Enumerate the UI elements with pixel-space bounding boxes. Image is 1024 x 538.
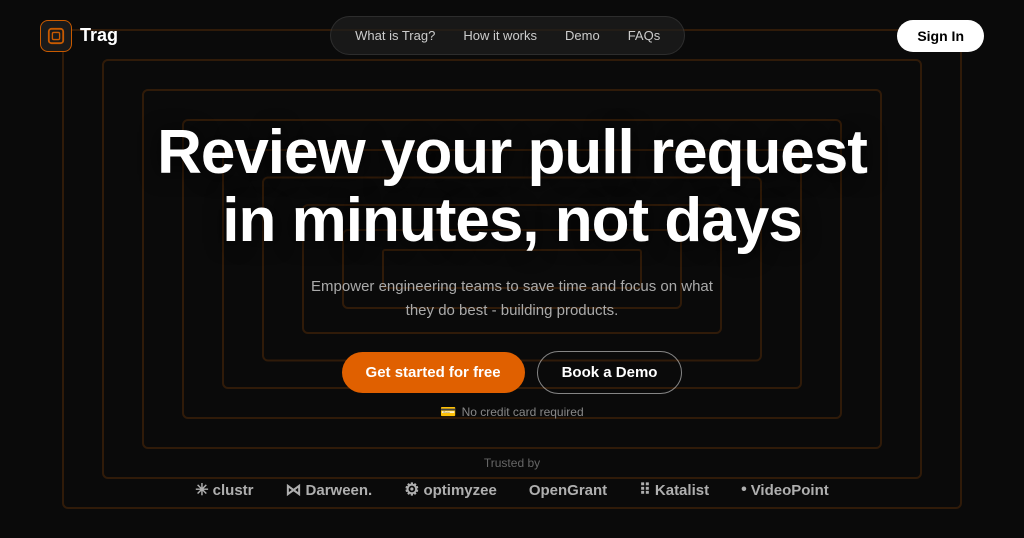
darween-symbol: ⋈ [286,480,302,500]
get-started-button[interactable]: Get started for free [342,352,525,393]
logo-icon [40,20,72,52]
nav-links: What is Trag? How it works Demo FAQs [330,16,685,55]
hero-section: Review your pull request in minutes, not… [0,71,1024,420]
clustr-name: clustr [213,482,254,499]
nav-link-what-is-trag[interactable]: What is Trag? [343,23,447,48]
nav-link-how-it-works[interactable]: How it works [451,23,549,48]
katalist-symbol: ⠿ [639,480,651,500]
darween-name: Darween. [306,482,373,499]
trusted-logo-optimyzee: ⚙ optimyzee [404,480,497,500]
nav-link-demo[interactable]: Demo [553,23,612,48]
videopoint-symbol: • [741,481,747,499]
trusted-logos: ✳ clustr ⋈ Darween. ⚙ optimyzee OpenGran… [195,480,829,500]
logo[interactable]: Trag [40,20,118,52]
videopoint-name: VideoPoint [751,482,829,499]
trusted-section: Trusted by ✳ clustr ⋈ Darween. ⚙ optimyz… [0,456,1024,500]
trusted-logo-clustr: ✳ clustr [195,480,253,500]
nav-link-faqs[interactable]: FAQs [616,23,673,48]
katalist-name: Katalist [655,482,709,499]
hero-title-line1: Review your pull request [157,118,867,187]
hero-title: Review your pull request in minutes, not… [157,119,867,255]
trusted-logo-darween: ⋈ Darween. [286,480,373,500]
hero-subtitle: Empower engineering teams to save time a… [302,275,722,323]
sign-in-button[interactable]: Sign In [897,20,984,52]
book-demo-button[interactable]: Book a Demo [537,351,683,394]
opengrant-name: OpenGrant [529,482,607,499]
brand-name: Trag [80,25,118,46]
hero-title-line2: in minutes, not days [222,186,801,255]
no-credit-card-notice: 💳 No credit card required [440,404,583,420]
optimyzee-symbol: ⚙ [404,480,419,500]
trusted-logo-videopoint: • VideoPoint [741,481,829,499]
navbar: Trag What is Trag? How it works Demo FAQ… [0,0,1024,71]
trusted-logo-opengrant: OpenGrant [529,482,607,499]
trusted-logo-katalist: ⠿ Katalist [639,480,709,500]
no-cc-text: No credit card required [462,405,584,419]
trusted-label: Trusted by [484,456,540,470]
hero-buttons: Get started for free Book a Demo [342,351,683,394]
credit-card-icon: 💳 [440,404,456,420]
optimyzee-name: optimyzee [423,482,496,499]
clustr-symbol: ✳ [195,480,208,500]
